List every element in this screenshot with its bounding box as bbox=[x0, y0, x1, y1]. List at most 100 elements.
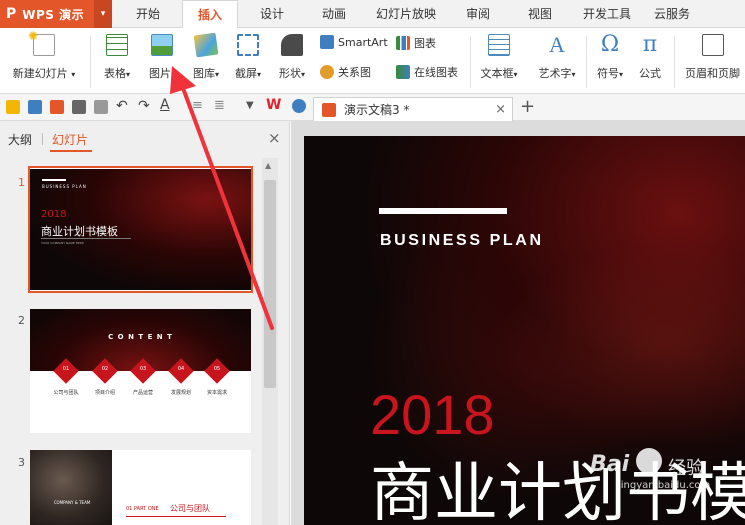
formula-button[interactable]: π 公式 bbox=[632, 28, 668, 94]
chart-icon bbox=[396, 36, 410, 50]
tab-developer[interactable]: 开发工具 bbox=[576, 0, 638, 28]
chart-label: 图表 bbox=[414, 37, 436, 50]
open-folder-icon[interactable] bbox=[6, 100, 20, 114]
wps-logo-icon: P bbox=[6, 6, 17, 22]
thumb-badge: COMPANY & TEAM bbox=[53, 500, 91, 505]
divider bbox=[470, 36, 471, 88]
preview-icon[interactable] bbox=[94, 100, 108, 114]
watermark-url: jingyan.baidu.com bbox=[618, 480, 711, 491]
print-icon[interactable] bbox=[72, 100, 86, 114]
omega-icon: Ω bbox=[600, 32, 620, 57]
relation-label: 关系图 bbox=[338, 66, 371, 79]
active-tab-underline bbox=[50, 150, 92, 152]
slides-tab[interactable]: 幻灯片 bbox=[52, 131, 88, 148]
textbox-label: 文本框 bbox=[480, 67, 514, 80]
shape-icon bbox=[281, 34, 303, 56]
smartart-button[interactable]: SmartArt bbox=[320, 35, 388, 49]
header-footer-icon bbox=[701, 34, 724, 56]
thumb-label: 资本需求 bbox=[206, 390, 227, 396]
tab-view[interactable]: 视图 bbox=[514, 0, 566, 28]
thumb-num: 03 bbox=[139, 366, 147, 372]
tab-animation[interactable]: 动画 bbox=[308, 0, 360, 28]
thumb-num: 02 bbox=[101, 366, 109, 372]
table-icon bbox=[106, 34, 128, 56]
thumb-title: 商业计划书模板 bbox=[41, 225, 118, 238]
thumb-label: 产品运营 bbox=[132, 390, 153, 396]
outline-tab[interactable]: 大纲 bbox=[8, 131, 32, 148]
scissors-icon bbox=[237, 34, 259, 56]
shape-label: 形状 bbox=[278, 67, 301, 80]
new-slide-icon: ✺ bbox=[28, 29, 55, 56]
divider bbox=[674, 36, 675, 88]
textbox-icon bbox=[488, 34, 510, 56]
chevron-down-icon: ▾ bbox=[571, 70, 576, 79]
chevron-down-icon: ▾ bbox=[513, 70, 518, 79]
table-label: 表格 bbox=[103, 67, 126, 80]
gallery-icon bbox=[193, 32, 219, 58]
chart-button[interactable]: 图表 bbox=[396, 35, 436, 51]
chevron-down-icon: ▾ bbox=[71, 70, 76, 79]
tab-cloud[interactable]: 云服务 bbox=[646, 0, 698, 28]
accent-line bbox=[379, 208, 507, 214]
app-menu-button[interactable]: P WPS 演示 ▾ bbox=[0, 0, 112, 28]
tab-home[interactable]: 开始 bbox=[122, 0, 174, 28]
presentation-file-icon bbox=[322, 102, 336, 117]
export-pdf-icon[interactable] bbox=[50, 100, 64, 114]
wordart-button[interactable]: A 艺术字▾ bbox=[530, 28, 584, 94]
tab-review[interactable]: 审阅 bbox=[452, 0, 504, 28]
thumb-num: 01 bbox=[62, 366, 70, 372]
slide-number: 3 bbox=[18, 456, 25, 469]
new-slide-label: 新建幻灯片 bbox=[12, 67, 68, 80]
slide-number: 2 bbox=[18, 314, 25, 327]
online-chart-icon bbox=[396, 65, 410, 79]
redo-icon[interactable]: ↷ bbox=[138, 98, 150, 114]
wordart-label: 艺术字 bbox=[538, 67, 572, 80]
close-icon[interactable]: × bbox=[495, 102, 506, 117]
tab-insert[interactable]: 插入 bbox=[182, 0, 238, 28]
app-name: WPS 演示 bbox=[22, 7, 85, 22]
new-slide-button[interactable]: ✺ 新建幻灯片 ▾ bbox=[6, 28, 82, 94]
header-footer-button[interactable]: 页眉和页脚 bbox=[680, 28, 745, 94]
new-tab-icon[interactable]: + bbox=[520, 96, 535, 117]
relation-chart-button[interactable]: 关系图 bbox=[320, 64, 371, 80]
wordart-icon: A bbox=[549, 32, 565, 57]
thumb-num: 04 bbox=[177, 366, 185, 372]
thumb-subtitle: YOUR COMPANY NAME HERE bbox=[41, 241, 84, 245]
watermark-brand-cn: 经验 bbox=[668, 458, 704, 479]
thumb-label: 项目介绍 bbox=[94, 390, 115, 396]
thumb-year: 2018 bbox=[41, 209, 67, 220]
document-tab[interactable]: 演示文稿3 * × bbox=[313, 97, 513, 121]
relation-icon bbox=[320, 65, 334, 79]
smartart-icon bbox=[320, 35, 334, 49]
thumb-section-title: 公司与团队 bbox=[170, 504, 210, 513]
picture-icon bbox=[151, 34, 173, 56]
undo-icon[interactable]: ↶ bbox=[116, 98, 128, 114]
symbol-label: 符号 bbox=[596, 67, 619, 80]
chevron-down-icon: ▾ bbox=[300, 70, 305, 79]
online-chart-button[interactable]: 在线图表 bbox=[396, 64, 458, 80]
slide-number: 1 bbox=[18, 176, 25, 189]
thumb-part: 01 PART ONE bbox=[126, 506, 159, 512]
paw-icon bbox=[636, 448, 662, 474]
slide-year[interactable]: 2018 bbox=[370, 384, 495, 446]
divider bbox=[41, 238, 131, 239]
team-photo bbox=[30, 450, 112, 525]
symbol-button[interactable]: Ω 符号▾ bbox=[590, 28, 630, 94]
thumb-num: 05 bbox=[213, 366, 221, 372]
formula-label: 公式 bbox=[639, 67, 661, 80]
header-footer-label: 页眉和页脚 bbox=[685, 67, 740, 80]
slide-kicker[interactable]: BUSINESS PLAN bbox=[380, 232, 544, 250]
save-icon[interactable] bbox=[28, 100, 42, 114]
smartart-label: SmartArt bbox=[338, 35, 388, 49]
chevron-down-icon[interactable]: ▾ bbox=[94, 0, 112, 28]
canyon-texture bbox=[484, 236, 745, 456]
table-button[interactable]: 表格▾ bbox=[96, 28, 138, 94]
divider bbox=[126, 516, 226, 517]
pi-icon: π bbox=[642, 32, 658, 57]
slide-thumbnail-3[interactable]: COMPANY & TEAM 01 PART ONE 公司与团队 bbox=[30, 450, 251, 525]
tab-slideshow[interactable]: 幻灯片放映 bbox=[370, 0, 442, 28]
textbox-button[interactable]: 文本框▾ bbox=[474, 28, 524, 94]
docer-icon[interactable] bbox=[292, 99, 306, 113]
tab-design[interactable]: 设计 bbox=[246, 0, 298, 28]
online-chart-label: 在线图表 bbox=[414, 66, 458, 79]
